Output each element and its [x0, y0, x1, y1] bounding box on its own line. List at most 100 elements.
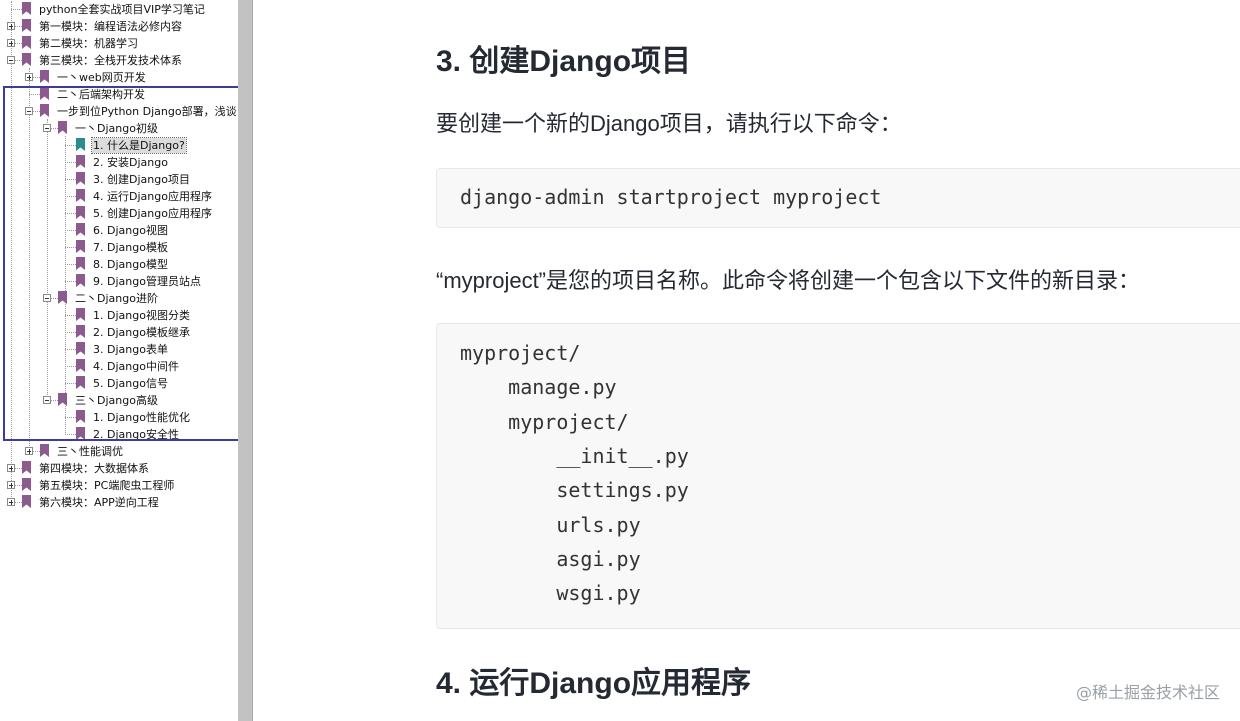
tree-item-label: 2. Django模板继承 — [93, 326, 190, 339]
minus-box-icon[interactable] — [25, 107, 33, 115]
tree-item-label: 一丶web网页开发 — [57, 71, 146, 84]
bookmark-icon — [22, 461, 31, 474]
code-line: manage.py — [460, 375, 617, 400]
plus-box-icon[interactable] — [7, 481, 15, 489]
tree-item[interactable]: 二丶Django进阶 — [0, 290, 238, 307]
bookmark-icon — [58, 121, 67, 134]
code-block-1: django-admin startproject myproject — [436, 168, 1240, 228]
tree-item-label: 3. Django表单 — [93, 343, 168, 356]
tree-item-label: 一丶Django初级 — [75, 122, 158, 135]
bookmark-icon — [76, 359, 85, 372]
sidebar-splitter[interactable] — [238, 0, 253, 721]
bookmark-icon — [76, 223, 85, 236]
tree-item[interactable]: 3. Django表单 — [0, 341, 238, 358]
tree-item-label: 第一模块：编程语法必修内容 — [39, 20, 182, 33]
tree-item[interactable]: 4. Django中间件 — [0, 358, 238, 375]
tree-item[interactable]: 2. 安装Django — [0, 154, 238, 171]
document-content: 3. 创建Django项目 要创建一个新的Django项目，请执行以下命令： d… — [253, 0, 1240, 721]
tree-item[interactable]: 三丶性能调优 — [0, 443, 238, 460]
minus-box-icon[interactable] — [43, 396, 51, 404]
plus-box-icon[interactable] — [7, 498, 15, 506]
tree-connector — [65, 230, 76, 231]
bookmark-icon — [22, 495, 31, 508]
section-heading-4: 4. 运行Django应用程序 — [436, 667, 752, 700]
plus-box-icon[interactable] — [25, 447, 33, 455]
code-line: myproject/ — [460, 409, 629, 434]
bookmark-icon — [76, 342, 85, 355]
bookmark-icon — [76, 257, 85, 270]
tree-connector — [65, 349, 76, 350]
tree-item[interactable]: 2. Django模板继承 — [0, 324, 238, 341]
tree-item[interactable]: 二丶后端架构开发 — [0, 86, 238, 103]
tree-connector — [65, 196, 76, 197]
tree-connector — [65, 247, 76, 248]
tree-item[interactable]: 9. Django管理员站点 — [0, 273, 238, 290]
bookmark-icon — [76, 376, 85, 389]
tree-item-label: 三丶Django高级 — [75, 394, 158, 407]
plus-box-icon[interactable] — [7, 22, 15, 30]
minus-box-icon[interactable] — [7, 56, 15, 64]
bookmark-icon — [58, 393, 67, 406]
tree-item-label: 二丶后端架构开发 — [57, 88, 145, 101]
plus-box-icon[interactable] — [25, 73, 33, 81]
tree-connector — [65, 213, 76, 214]
tree-item[interactable]: 5. Django信号 — [0, 375, 238, 392]
tree-item[interactable]: 1. Django性能优化 — [0, 409, 238, 426]
tree-connector — [65, 315, 76, 316]
tree-item[interactable]: 6. Django视图 — [0, 222, 238, 239]
tree-connector — [65, 179, 76, 180]
bookmark-sidebar: python全套实战项目VIP学习笔记 第一模块：编程语法必修内容第二模块：机器学… — [0, 0, 238, 721]
minus-box-icon[interactable] — [43, 294, 51, 302]
tree-connector — [65, 417, 76, 418]
bookmark-icon — [76, 138, 85, 151]
tree-item[interactable]: 一步到位Python Django部署，浅谈 — [0, 103, 238, 120]
bookmark-icon — [58, 291, 67, 304]
tree-item-label: 2. 安装Django — [93, 156, 168, 169]
tree-item-label: 一步到位Python Django部署，浅谈 — [57, 105, 237, 118]
tree-item[interactable]: 第三模块：全栈开发技术体系 — [0, 52, 238, 69]
tree-item-label: 5. 创建Django应用程序 — [93, 207, 212, 220]
plus-box-icon[interactable] — [7, 464, 15, 472]
watermark: @稀土掘金技术社区 — [1075, 683, 1220, 702]
bookmark-icon — [76, 308, 85, 321]
tree-item-label: 第三模块：全栈开发技术体系 — [39, 54, 182, 67]
tree-item[interactable]: 1. Django视图分类 — [0, 307, 238, 324]
tree-connector — [65, 162, 76, 163]
tree-item-label: 7. Django模板 — [93, 241, 168, 254]
minus-box-icon[interactable] — [43, 124, 51, 132]
tree-connector — [65, 264, 76, 265]
tree-item[interactable]: 2. Django安全性 — [0, 426, 238, 443]
tree-item[interactable]: 第二模块：机器学习 — [0, 35, 238, 52]
bookmark-icon — [40, 70, 49, 83]
tree-item-label: 第四模块：大数据体系 — [39, 462, 149, 475]
tree-item-label: 9. Django管理员站点 — [93, 275, 201, 288]
bookmark-icon — [22, 478, 31, 491]
bookmark-icon — [76, 325, 85, 338]
tree-item[interactable]: python全套实战项目VIP学习笔记 — [0, 1, 238, 18]
tree-item-label: python全套实战项目VIP学习笔记 — [39, 3, 205, 16]
tree-item[interactable]: 1. 什么是Django? — [0, 137, 238, 154]
tree-connector — [65, 281, 76, 282]
bookmark-icon — [40, 444, 49, 457]
tree-item[interactable]: 5. 创建Django应用程序 — [0, 205, 238, 222]
tree-item[interactable]: 4. 运行Django应用程序 — [0, 188, 238, 205]
tree-item-label: 1. Django性能优化 — [93, 411, 190, 424]
tree-item[interactable]: 3. 创建Django项目 — [0, 171, 238, 188]
tree-item[interactable]: 第一模块：编程语法必修内容 — [0, 18, 238, 35]
tree-item[interactable]: 第四模块：大数据体系 — [0, 460, 238, 477]
tree-item[interactable]: 第五模块：PC端爬虫工程师 — [0, 477, 238, 494]
code-line: urls.py — [460, 512, 641, 537]
tree-item[interactable]: 7. Django模板 — [0, 239, 238, 256]
tree-item[interactable]: 一丶web网页开发 — [0, 69, 238, 86]
bookmark-icon — [40, 87, 49, 100]
tree-connector — [65, 383, 76, 384]
plus-box-icon[interactable] — [7, 39, 15, 47]
bookmark-icon — [22, 2, 31, 15]
tree-item-label: 2. Django安全性 — [93, 428, 179, 441]
tree-item[interactable]: 三丶Django高级 — [0, 392, 238, 409]
paragraph-2: “myproject”是您的项目名称。此命令将创建一个包含以下文件的新目录： — [436, 268, 1141, 293]
tree-item-label: 1. 什么是Django? — [91, 137, 187, 154]
tree-item[interactable]: 8. Django模型 — [0, 256, 238, 273]
tree-item[interactable]: 一丶Django初级 — [0, 120, 238, 137]
tree-item[interactable]: 第六模块：APP逆向工程 — [0, 494, 238, 511]
